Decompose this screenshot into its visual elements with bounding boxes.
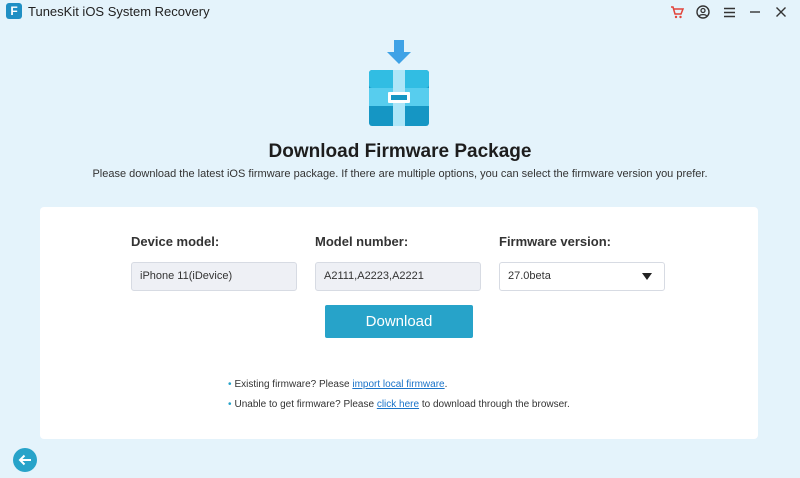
- device-model-label: Device model:: [131, 234, 220, 249]
- title-bar: F TunesKit iOS System Recovery: [0, 0, 800, 24]
- device-model-field: iPhone 11(iDevice): [131, 262, 297, 291]
- firmware-version-select[interactable]: 27.0beta: [499, 262, 665, 291]
- minimize-icon[interactable]: [746, 3, 764, 21]
- account-icon[interactable]: [694, 3, 712, 21]
- menu-icon[interactable]: [720, 3, 738, 21]
- click-here-link[interactable]: click here: [377, 399, 419, 410]
- bullet-icon: •: [228, 399, 232, 410]
- device-model-value: iPhone 11(iDevice): [140, 270, 233, 282]
- close-icon[interactable]: [772, 3, 790, 21]
- model-number-value: A2111,A2223,A2221: [324, 270, 424, 282]
- unable-firmware-text: Unable to get firmware? Please: [234, 399, 377, 410]
- unable-firmware-suffix: to download through the browser.: [419, 399, 570, 410]
- cart-icon[interactable]: [668, 3, 686, 21]
- page-description: Please download the latest iOS firmware …: [92, 168, 708, 180]
- bullet-icon: •: [228, 379, 232, 390]
- app-title: TunesKit iOS System Recovery: [28, 4, 210, 19]
- import-local-firmware-link[interactable]: import local firmware: [352, 379, 444, 390]
- firmware-version-value: 27.0beta: [508, 270, 551, 282]
- model-number-field: A2111,A2223,A2221: [315, 262, 481, 291]
- app-logo: F: [6, 3, 22, 19]
- back-button[interactable]: [13, 448, 37, 472]
- download-button[interactable]: Download: [325, 305, 473, 338]
- existing-firmware-note: • Existing firmware? Please import local …: [228, 379, 447, 390]
- dropdown-arrow-icon: [642, 273, 652, 280]
- firmware-package-icon: [367, 38, 431, 128]
- model-number-label: Model number:: [315, 234, 409, 249]
- arrow-left-icon: [18, 454, 31, 466]
- firmware-version-label: Firmware version:: [499, 234, 611, 249]
- unable-firmware-note: • Unable to get firmware? Please click he…: [228, 399, 570, 410]
- page-title: Download Firmware Package: [268, 141, 532, 162]
- firmware-form-card: Device model: Model number: Firmware ver…: [40, 207, 758, 439]
- existing-firmware-suffix: .: [444, 379, 448, 390]
- existing-firmware-text: Existing firmware? Please: [234, 379, 353, 390]
